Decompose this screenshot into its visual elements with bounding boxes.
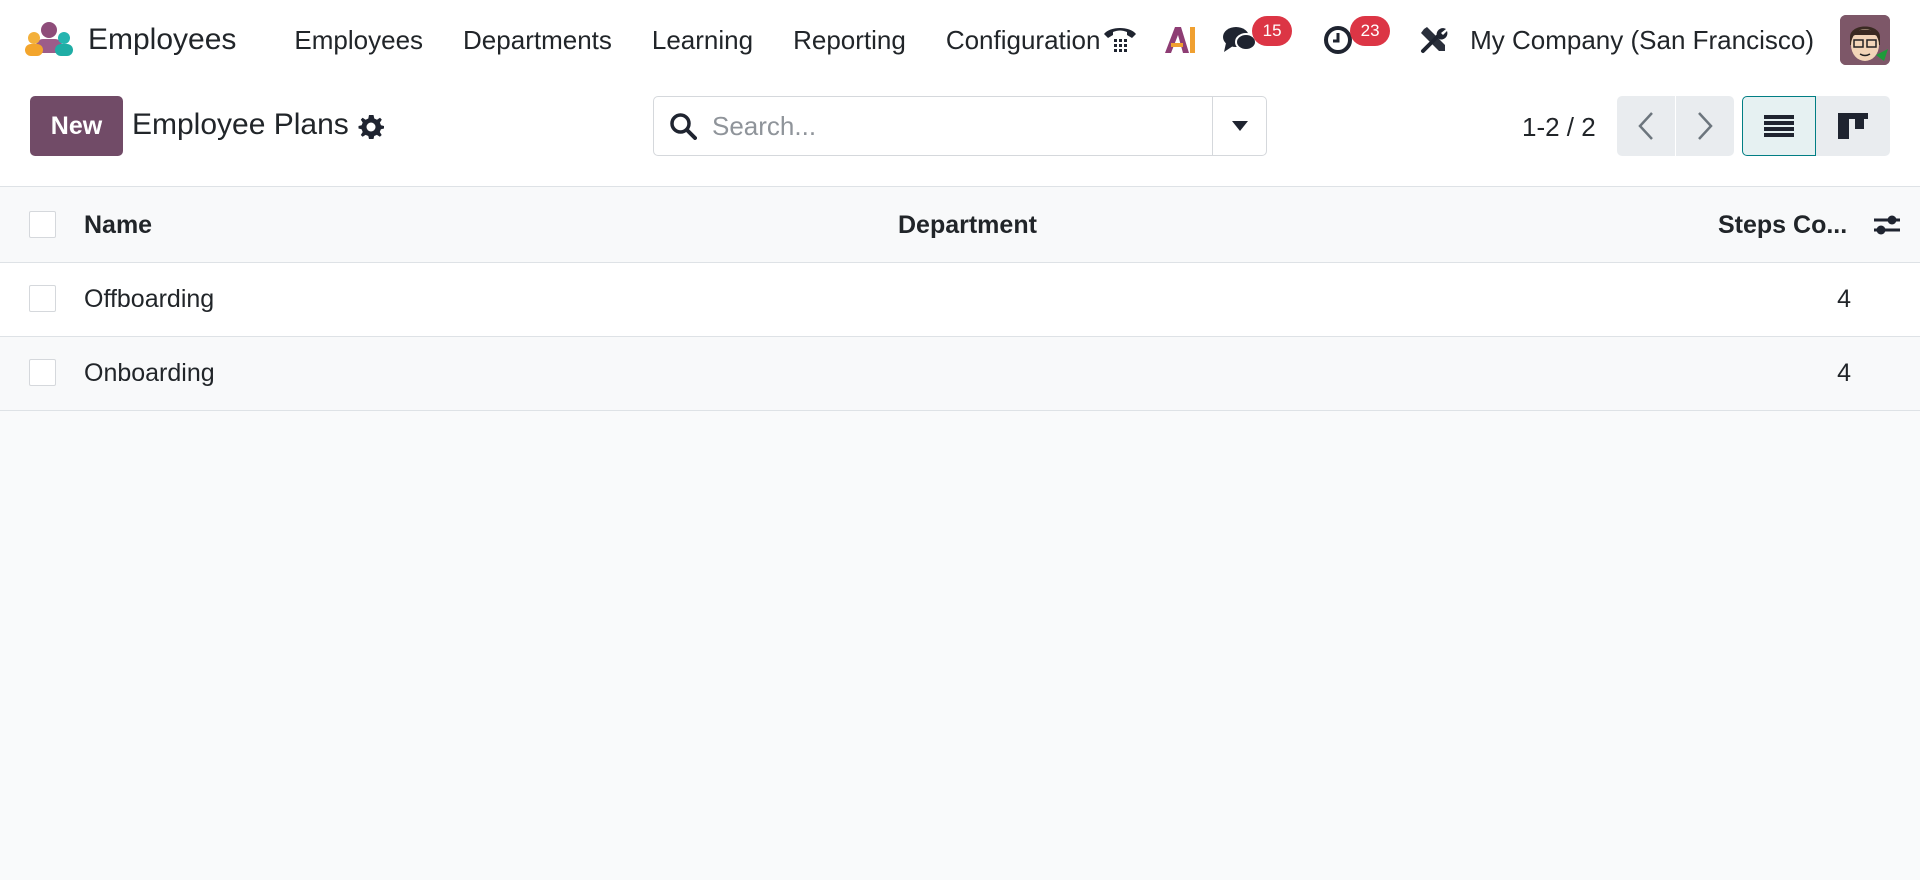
- activities-badge: 23: [1350, 16, 1391, 46]
- search-input[interactable]: [712, 98, 1212, 154]
- row-checkbox[interactable]: [29, 285, 56, 312]
- tools-icon[interactable]: [1412, 18, 1456, 62]
- cell-name: Onboarding: [84, 359, 215, 387]
- kanban-icon: [1838, 113, 1868, 139]
- search-icon: [654, 97, 712, 155]
- employees-app-icon: [24, 20, 74, 60]
- menu-configuration[interactable]: Configuration: [926, 25, 1121, 56]
- control-panel: New Employee Plans 1-2 / 2: [0, 80, 1920, 187]
- systray: 15 23 My Company (San Francisco): [1098, 0, 1920, 80]
- plans-table: Name Department Steps Co... Offboarding …: [0, 187, 1920, 411]
- app-brand[interactable]: Employees: [24, 20, 236, 60]
- select-all-checkbox[interactable]: [29, 211, 56, 238]
- pager-previous-button[interactable]: [1617, 96, 1675, 156]
- optional-columns-icon[interactable]: [1872, 211, 1902, 239]
- table-header: Name Department Steps Co...: [0, 187, 1920, 263]
- main-menu: Employees Departments Learning Reporting…: [274, 25, 1120, 56]
- user-avatar[interactable]: [1840, 15, 1890, 65]
- column-header-name[interactable]: Name: [84, 211, 152, 240]
- menu-learning[interactable]: Learning: [632, 25, 773, 56]
- menu-departments[interactable]: Departments: [443, 25, 632, 56]
- cell-name: Offboarding: [84, 285, 215, 313]
- phone-icon[interactable]: [1098, 18, 1142, 62]
- search-bar: [653, 96, 1267, 156]
- table-row[interactable]: Onboarding 4: [0, 337, 1920, 411]
- new-button[interactable]: New: [30, 96, 123, 156]
- pager-next-button[interactable]: [1676, 96, 1734, 156]
- row-checkbox[interactable]: [29, 359, 56, 386]
- column-header-department[interactable]: Department: [898, 211, 1037, 240]
- pager-value[interactable]: 1-2 / 2: [1522, 112, 1596, 143]
- ai-icon[interactable]: [1158, 18, 1202, 62]
- chevron-left-icon: [1638, 112, 1653, 140]
- company-switcher[interactable]: My Company (San Francisco): [1470, 25, 1814, 56]
- menu-reporting[interactable]: Reporting: [773, 25, 926, 56]
- search-options-toggle[interactable]: [1212, 97, 1266, 155]
- messages-icon[interactable]: 15: [1218, 16, 1293, 62]
- chevron-right-icon: [1698, 112, 1713, 140]
- messages-badge: 15: [1252, 16, 1293, 46]
- caret-down-icon: [1231, 121, 1248, 131]
- table-row[interactable]: Offboarding 4: [0, 263, 1920, 337]
- list-view-button[interactable]: [1742, 96, 1816, 156]
- top-navbar: Employees Employees Departments Learning…: [0, 0, 1920, 80]
- kanban-view-button[interactable]: [1816, 96, 1890, 156]
- gear-icon[interactable]: [358, 114, 384, 140]
- app-title: Employees: [88, 23, 237, 56]
- page-title: Employee Plans: [132, 108, 349, 141]
- column-header-steps[interactable]: Steps Co...: [1718, 211, 1847, 240]
- activities-icon[interactable]: 23: [1316, 16, 1391, 62]
- cell-steps: 4: [1837, 359, 1851, 387]
- menu-employees[interactable]: Employees: [274, 25, 443, 56]
- cell-steps: 4: [1837, 285, 1851, 313]
- list-icon: [1764, 115, 1794, 137]
